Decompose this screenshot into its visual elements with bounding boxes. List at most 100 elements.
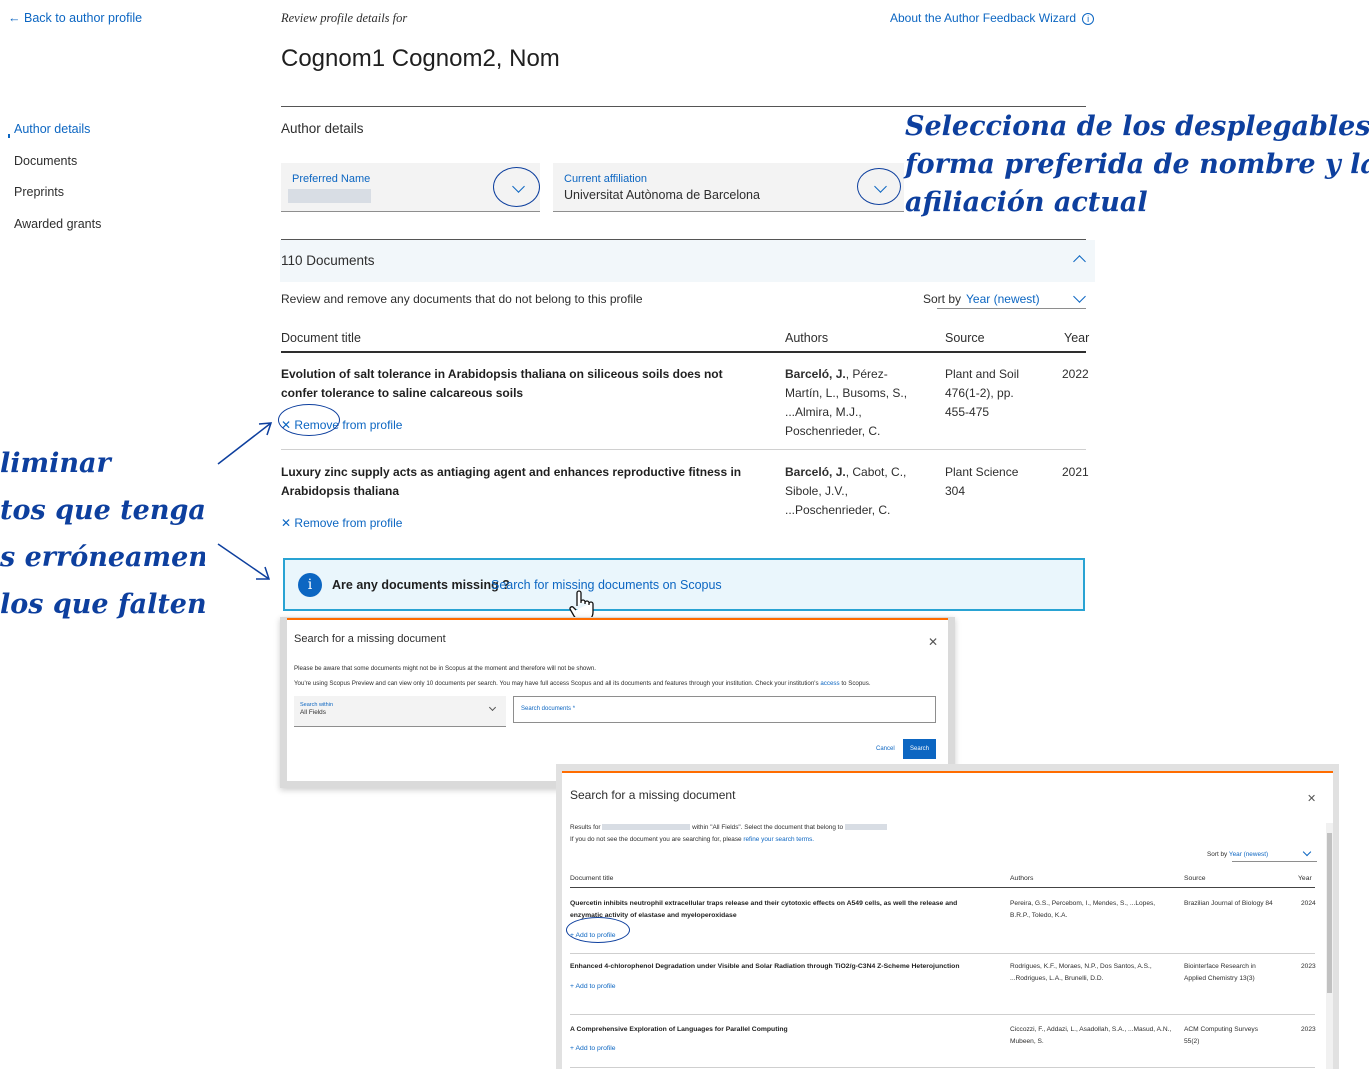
within-text: within "All Fields". Select the document… — [692, 824, 844, 831]
scrollbar-thumb[interactable] — [1327, 833, 1332, 993]
result-title[interactable]: Quercetin inhibits neutrophil extracellu… — [570, 898, 990, 922]
redacted-query — [602, 824, 691, 831]
annotation-arrow — [217, 543, 271, 580]
annotation-circle — [566, 917, 630, 943]
author-highlight: Barceló, J. — [785, 465, 846, 479]
search-input-placeholder: Search documents * — [521, 706, 576, 712]
sort-value: Year (newest) — [1228, 851, 1269, 858]
documents-count: 110 Documents — [281, 253, 375, 268]
result-title[interactable]: Enhanced 4-chlorophenol Degradation unde… — [570, 961, 1000, 973]
row-divider — [570, 953, 1315, 954]
modal-accent-bar — [287, 618, 948, 620]
document-source: Plant and Soil 476(1-2), pp. 455-475 — [945, 367, 1020, 419]
result-source: Biointerface Research in Applied Chemist… — [1184, 963, 1256, 982]
close-icon: ✕ — [281, 516, 292, 530]
column-source: Source — [945, 331, 985, 345]
refine-hint: If you do not see the document you are s… — [570, 836, 814, 843]
sort-value: Year (newest) — [966, 292, 1040, 306]
missing-documents-banner: i Are any documents missing ? Search for… — [283, 558, 1085, 611]
documents-review-text: Review and remove any documents that do … — [281, 292, 643, 306]
annotation-line: afiliación actual — [905, 187, 1148, 218]
add-label: Add to profile — [575, 983, 616, 990]
annotation-circle — [857, 168, 901, 205]
documents-sort[interactable]: Sort by Year (newest) — [923, 292, 1040, 306]
column-authors: Authors — [1010, 875, 1034, 882]
affiliation-value: Universitat Autònoma de Barcelona — [564, 188, 760, 202]
current-affiliation-select[interactable]: Current affiliation Universitat Autònoma… — [553, 163, 904, 212]
document-title[interactable]: Luxury zinc supply acts as antiaging age… — [281, 463, 771, 501]
annotation-line: forma preferida de nombre y la — [905, 149, 1369, 180]
sidebar-item-author-details[interactable]: Author details — [8, 122, 101, 154]
missing-question: Are any documents missing ? — [332, 578, 510, 592]
results-scrollbar[interactable] — [1326, 823, 1333, 1069]
close-icon[interactable]: ✕ — [928, 635, 938, 649]
add-to-profile-button[interactable]: + Add to profile — [570, 983, 616, 990]
about-wizard-link[interactable]: About the Author Feedback Wizard i — [890, 11, 1095, 25]
add-to-profile-button[interactable]: + Add to profile — [570, 1045, 616, 1052]
result-year: 2023 — [1301, 1026, 1316, 1033]
result-title[interactable]: A Comprehensive Exploration of Languages… — [570, 1024, 990, 1036]
annotation-arrow — [217, 422, 273, 465]
sort-underline — [1232, 861, 1317, 862]
author-details-heading: Author details — [281, 121, 364, 136]
plus-icon: + — [570, 983, 574, 990]
sort-label: Sort by — [1207, 851, 1228, 858]
sidebar-item-awarded-grants[interactable]: Awarded grants — [14, 217, 101, 249]
sidebar-item-documents[interactable]: Documents — [14, 154, 101, 186]
column-authors: Authors — [785, 331, 829, 345]
refine-search-link[interactable]: refine your search terms. — [743, 836, 814, 843]
page-title: Cognom1 Cognom2, Nom — [281, 45, 560, 72]
search-within-select[interactable]: Search within All Fields — [294, 696, 506, 727]
back-link-label: Back to author profile — [23, 11, 143, 25]
sidebar-item-preprints[interactable]: Preprints — [14, 185, 101, 217]
result-source: Brazilian Journal of Biology 84 — [1184, 900, 1273, 907]
annotation-left: liminar tos que tengas s erróneamente lo… — [0, 440, 205, 628]
modal-notice: Please be aware that some documents migh… — [294, 665, 596, 672]
modal-preview-text: You're using Scopus Preview and can view… — [294, 680, 871, 687]
chevron-down-icon[interactable] — [1073, 290, 1086, 303]
document-authors: Barceló, J., Cabot, C., Sibole, J.V., ..… — [785, 463, 915, 520]
column-year: Year — [1064, 331, 1090, 345]
cancel-button[interactable]: Cancel — [876, 746, 895, 752]
remove-label: Remove from profile — [294, 516, 403, 530]
close-icon[interactable]: ✕ — [1307, 792, 1316, 805]
active-indicator — [8, 134, 10, 138]
documents-header-band[interactable] — [280, 240, 1095, 282]
result-year: 2023 — [1301, 963, 1316, 970]
access-link[interactable]: access — [820, 680, 839, 687]
add-label: Add to profile — [575, 1045, 616, 1052]
table-header-rule — [281, 351, 1086, 353]
back-to-author-profile-link[interactable]: ← Back to author profile — [8, 11, 142, 25]
redacted-author — [844, 824, 887, 831]
preview-text: You're using Scopus Preview and can view… — [294, 680, 819, 687]
results-summary: Results for within "All Fields". Select … — [570, 824, 887, 831]
annotation-line: Selecciona de los desplegables la — [905, 111, 1369, 142]
info-icon: i — [298, 573, 322, 597]
review-profile-label: Review profile details for — [281, 11, 408, 25]
preview-text-end: to Scopus. — [841, 680, 871, 687]
remove-from-profile-button[interactable]: ✕ Remove from profile — [281, 516, 402, 530]
search-documents-input[interactable]: Search documents * — [513, 696, 936, 723]
row-divider — [570, 1067, 1315, 1068]
search-button[interactable]: Search — [903, 739, 936, 759]
result-year: 2024 — [1301, 900, 1316, 907]
results-sort[interactable]: Sort by Year (newest) — [1207, 851, 1268, 858]
refine-text: If you do not see the document you are s… — [570, 836, 742, 843]
row-divider — [570, 1014, 1315, 1015]
annotation-line: tos que tengas — [0, 495, 205, 526]
column-title: Document title — [281, 331, 361, 345]
sidebar-item-label: Documents — [14, 153, 78, 168]
column-year: Year — [1298, 875, 1312, 882]
result-authors: Ciccozzi, F., Addazi, L., Asadollah, S.A… — [1010, 1026, 1172, 1045]
info-icon: i — [1082, 13, 1095, 25]
arrow-left-icon: ← — [8, 11, 21, 25]
chevron-down-icon[interactable] — [1302, 847, 1312, 857]
search-results-modal: Search for a missing document ✕ Results … — [556, 764, 1339, 1069]
sidebar-item-label: Author details — [14, 122, 91, 136]
document-title[interactable]: Evolution of salt tolerance in Arabidops… — [281, 365, 751, 403]
annotation-circle — [493, 167, 540, 207]
search-within-label: Search within — [300, 702, 334, 708]
search-missing-document-modal: Search for a missing document ✕ Please b… — [280, 617, 955, 788]
search-missing-link[interactable]: Search for missing documents on Scopus — [491, 578, 722, 592]
document-year: 2021 — [1062, 465, 1089, 479]
